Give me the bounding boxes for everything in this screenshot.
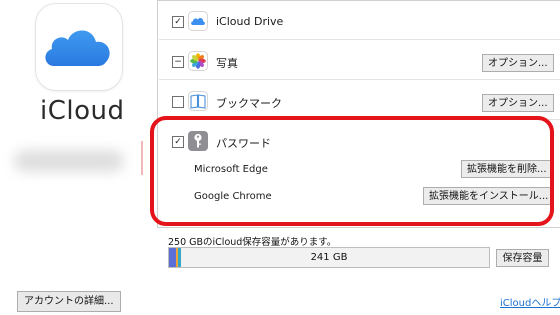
service-row-icloud-drive: ✓ iCloud Drive — [158, 7, 560, 35]
icloud-drive-icon — [188, 11, 208, 31]
blurred-user-name — [14, 150, 124, 172]
edge-remove-extension-button[interactable]: 拡張機能を削除... — [461, 160, 553, 178]
browser-name-edge: Microsoft Edge — [194, 164, 268, 175]
passwords-checkbox[interactable]: ✓ — [172, 136, 184, 148]
storage-free-label: 241 GB — [310, 252, 348, 263]
storage-summary: 250 GBのiCloud保存容量があります。 — [168, 237, 337, 248]
photos-icon — [188, 51, 208, 71]
key-icon — [188, 131, 208, 151]
storage-bar: 241 GB — [168, 247, 490, 268]
separator — [159, 39, 560, 40]
app-name: iCloud — [40, 96, 125, 126]
icloud-help-link[interactable]: iCloudヘルプ — [500, 294, 560, 309]
service-row-bookmarks: ブックマーク オプション... — [158, 87, 560, 117]
bookmarks-options-button[interactable]: オプション... — [482, 94, 554, 112]
divider — [141, 141, 143, 175]
icloud-drive-checkbox[interactable]: ✓ — [172, 16, 184, 28]
passwords-label: パスワード — [216, 137, 271, 150]
service-row-passwords: ✓ パスワード Microsoft Edge 拡張機能を削除... Google… — [158, 127, 560, 227]
bookmarks-checkbox[interactable] — [172, 96, 184, 108]
photos-options-button[interactable]: オプション... — [482, 54, 554, 72]
service-row-photos: − 写真 オプション... — [158, 47, 560, 77]
separator — [159, 79, 560, 80]
separator — [159, 119, 560, 120]
bookmarks-label: ブックマーク — [216, 97, 282, 110]
services-panel: ✓ iCloud Drive − 写真 オプション... ブックマーク オプショ… — [157, 0, 560, 228]
photos-checkbox[interactable]: − — [172, 56, 184, 68]
manage-storage-button[interactable]: 保存容量 — [496, 249, 549, 267]
browser-name-chrome: Google Chrome — [194, 191, 272, 202]
bookmark-icon — [188, 91, 208, 111]
chrome-install-extension-button[interactable]: 拡張機能をインストール... — [423, 187, 555, 205]
icloud-drive-label: iCloud Drive — [216, 15, 284, 28]
icloud-app-icon — [36, 4, 122, 90]
photos-label: 写真 — [216, 57, 238, 70]
account-details-button[interactable]: アカウントの詳細... — [17, 291, 121, 312]
